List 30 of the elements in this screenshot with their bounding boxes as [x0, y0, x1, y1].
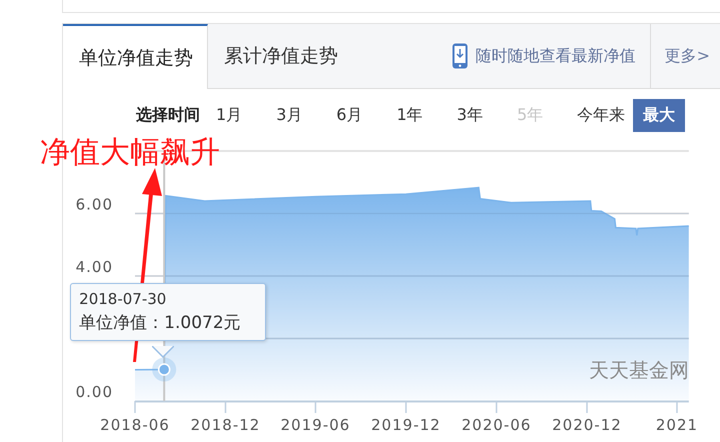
- y-axis-label: 0.00: [76, 383, 113, 401]
- chart-tab[interactable]: 累计净值走势: [208, 24, 352, 88]
- y-axis-label: 4.00: [76, 258, 113, 276]
- period-option[interactable]: 今年来: [569, 100, 634, 130]
- y-axis-label: 6.00: [76, 196, 113, 214]
- x-axis-label: 2020-06: [462, 416, 532, 434]
- x-axis-label: 2021: [656, 416, 698, 434]
- tooltip-pointer: [152, 346, 174, 358]
- tooltip-date: 2018-07-30: [79, 290, 168, 308]
- phone-icon: [452, 43, 468, 69]
- x-axis-label: 2020-12: [552, 416, 622, 434]
- x-axis-label: 2019-12: [371, 416, 441, 434]
- period-option[interactable]: 1月: [208, 100, 250, 130]
- x-axis-label: 2019-06: [280, 416, 350, 434]
- period-option[interactable]: 6月: [328, 100, 371, 130]
- x-axis-label: 2018-12: [190, 416, 260, 434]
- period-option[interactable]: 1年: [388, 100, 431, 130]
- annotation-text: 净值大幅飙升: [40, 134, 220, 172]
- period-option[interactable]: 3月: [268, 100, 310, 130]
- period-label: 选择时间: [136, 104, 200, 126]
- promo-link[interactable]: 随时随地查看最新净值: [476, 46, 636, 66]
- period-option: 5年: [508, 100, 552, 130]
- period-option[interactable]: 最大: [633, 98, 686, 132]
- x-axis-label: 2018-06: [100, 416, 170, 434]
- tooltip-value: 单位净值：1.0072元: [79, 312, 242, 334]
- data-point-marker: [152, 358, 176, 382]
- chart-tab[interactable]: 单位净值走势: [63, 24, 208, 89]
- period-option[interactable]: 3年: [448, 100, 491, 130]
- chart-credit: 天天基金网: [588, 358, 689, 382]
- more-link[interactable]: 更多>: [650, 24, 720, 88]
